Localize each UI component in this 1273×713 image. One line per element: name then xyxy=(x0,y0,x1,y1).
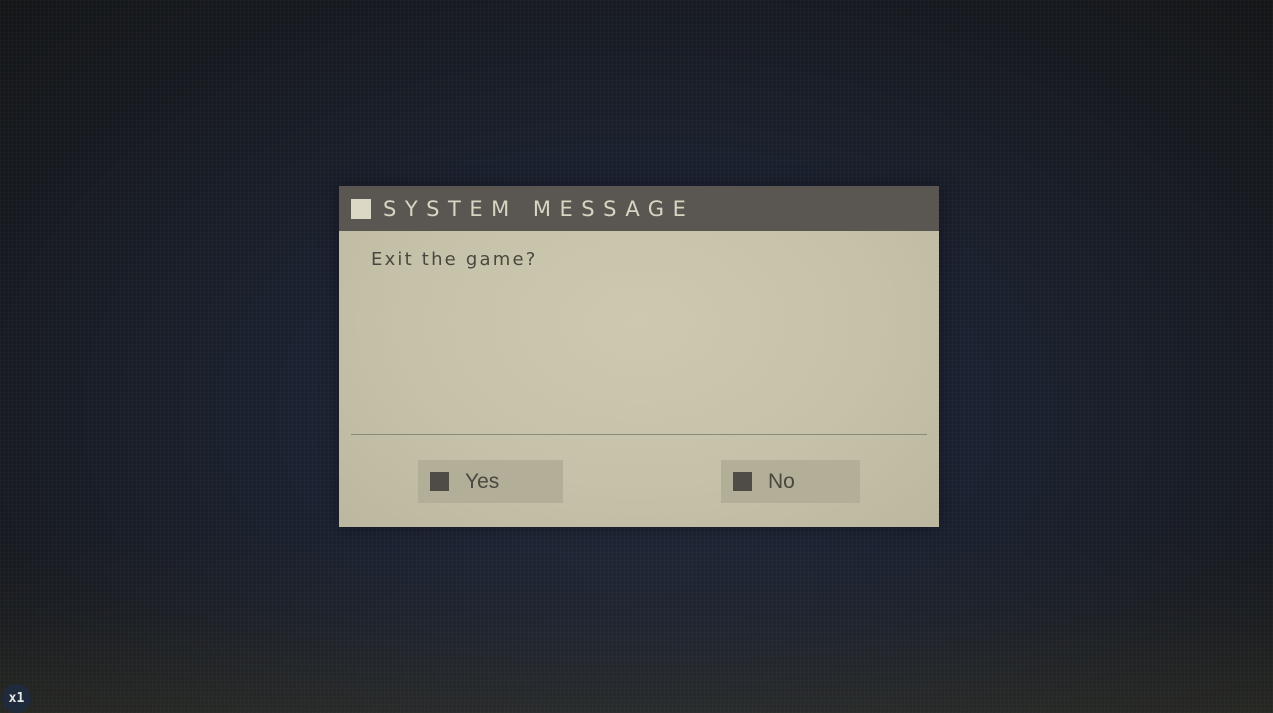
yes-button[interactable]: Yes xyxy=(418,460,563,503)
no-marker-icon xyxy=(733,472,752,491)
yes-button-label: Yes xyxy=(465,469,500,493)
dialog-divider xyxy=(351,434,927,435)
dialog-title: SYSTEM MESSAGE xyxy=(383,196,695,221)
dialog-message: Exit the game? xyxy=(371,249,538,270)
no-button-label: No xyxy=(768,469,795,493)
header-square-icon xyxy=(351,198,371,219)
background-floor-glow xyxy=(0,533,1273,713)
dialog-header: SYSTEM MESSAGE xyxy=(339,186,939,231)
speed-badge[interactable]: x1 xyxy=(2,684,31,713)
system-message-dialog: SYSTEM MESSAGE Exit the game? Yes No xyxy=(339,186,939,527)
no-button[interactable]: No xyxy=(721,460,860,503)
yes-marker-icon xyxy=(430,472,449,491)
